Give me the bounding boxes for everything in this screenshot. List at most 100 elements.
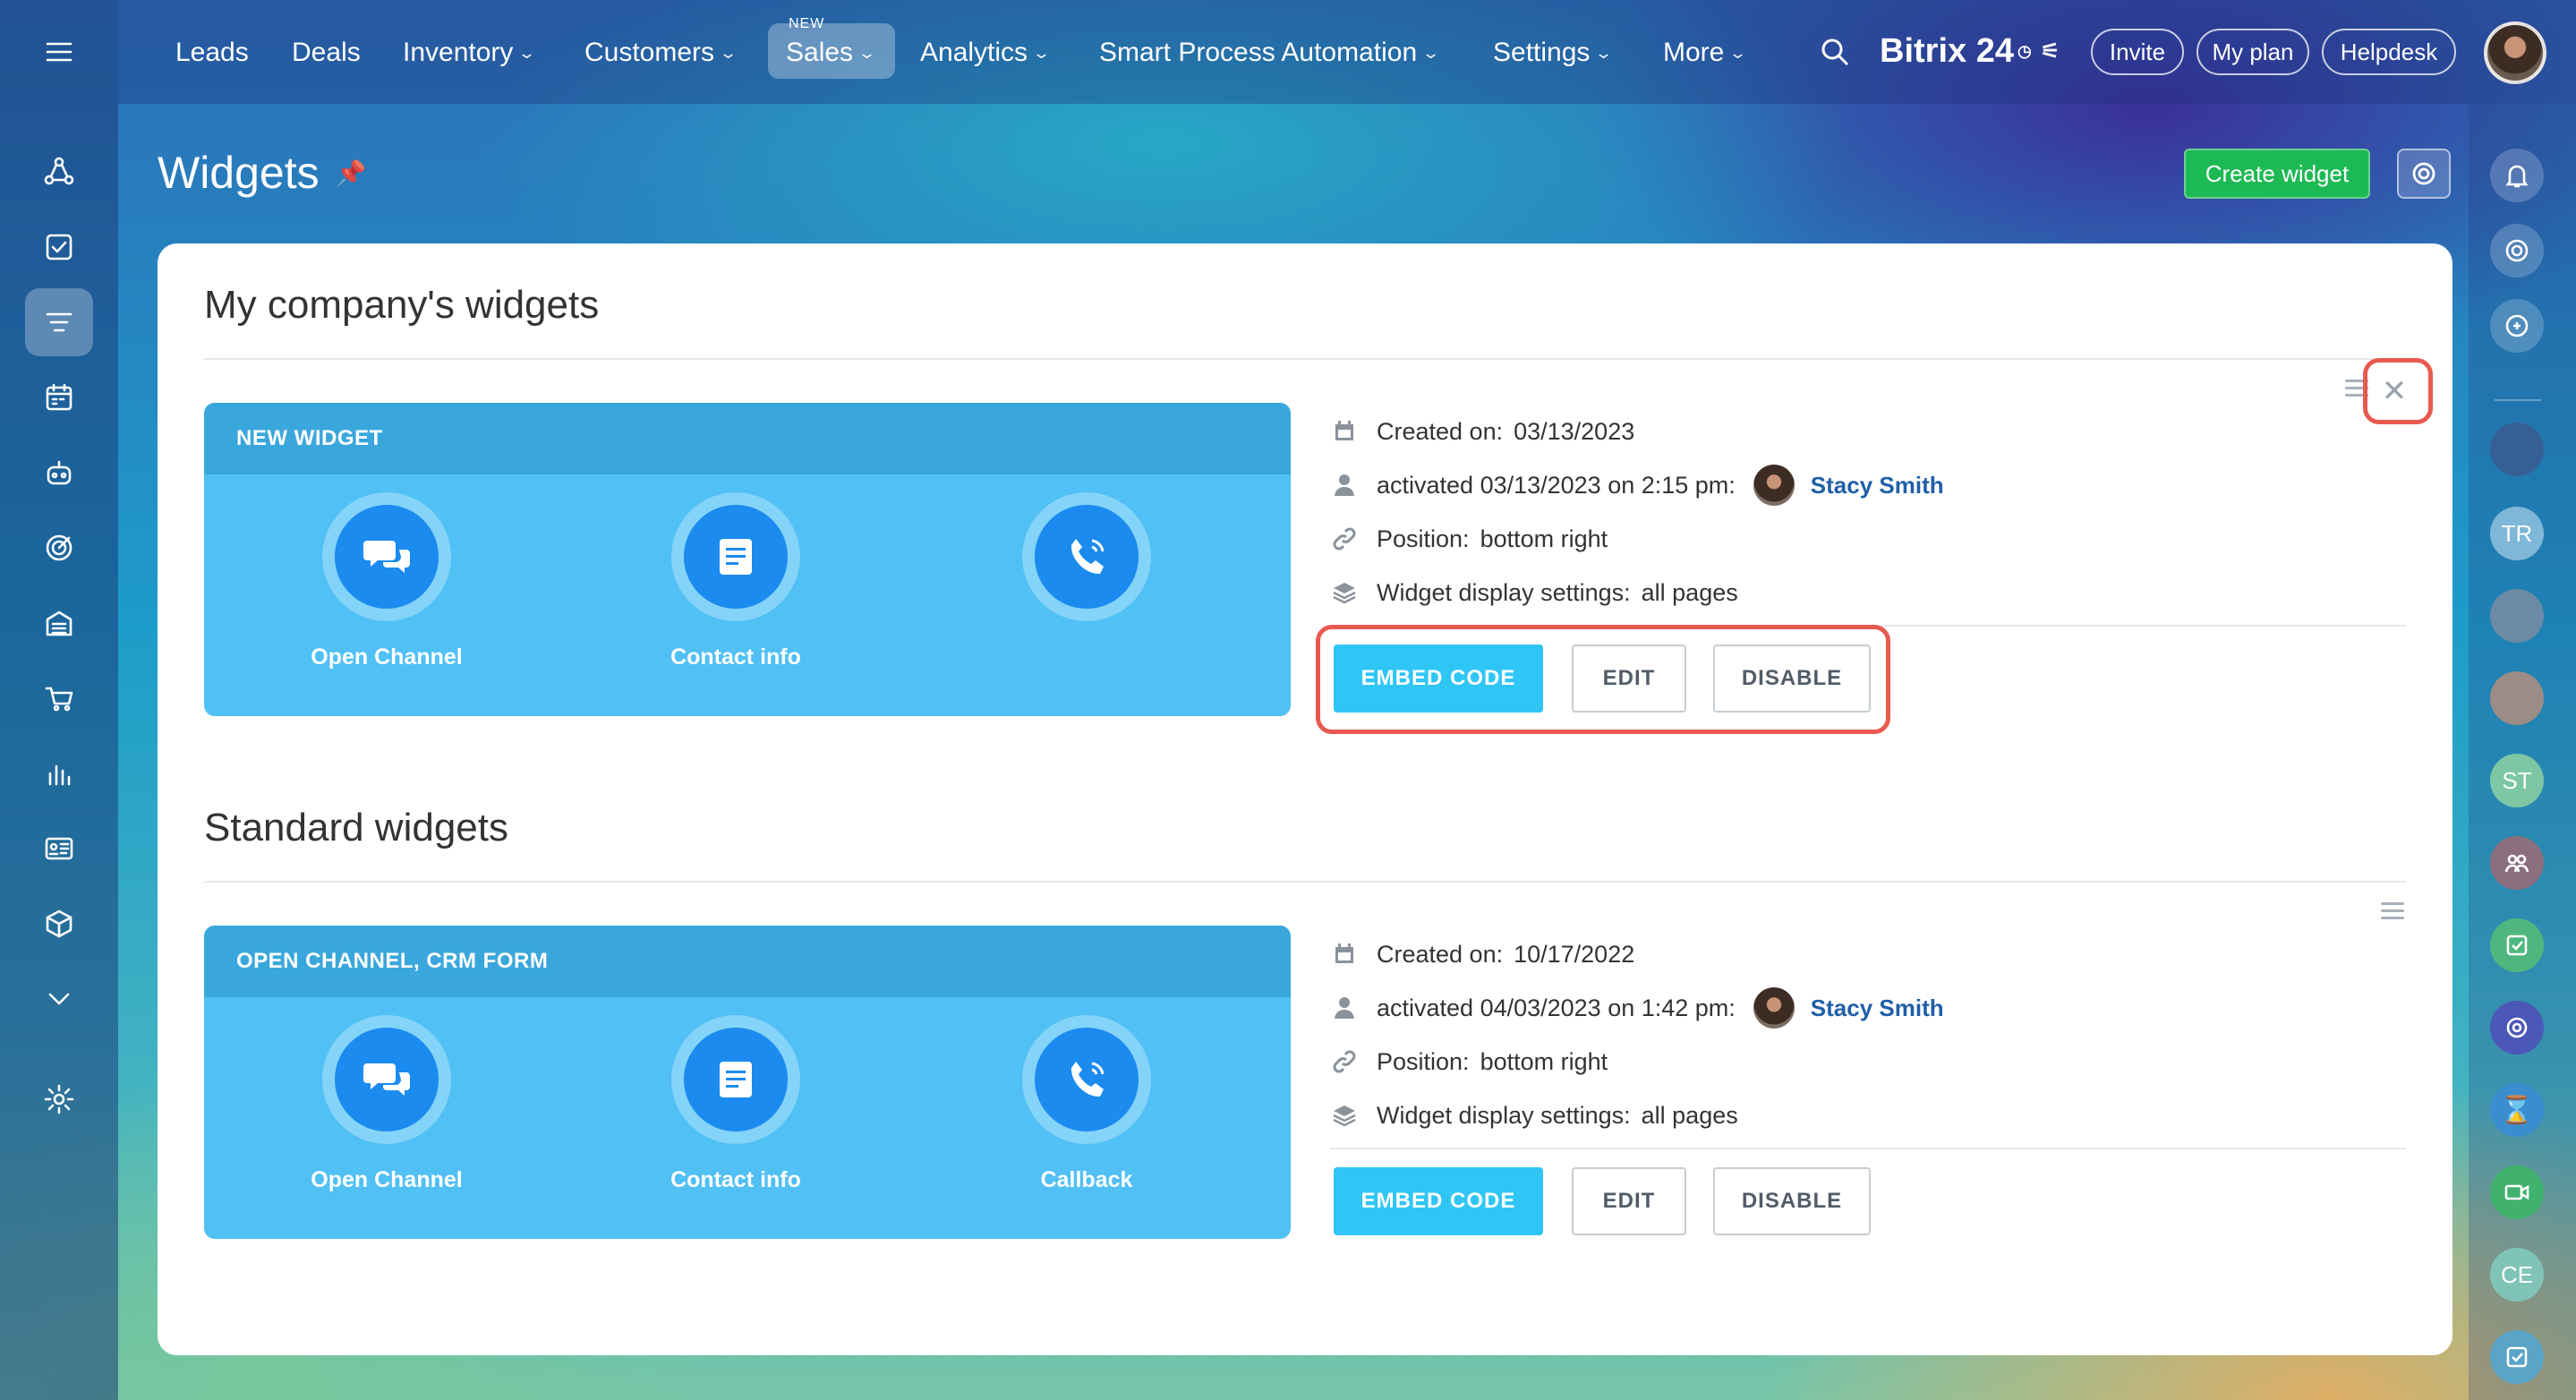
user-avatar[interactable]	[2484, 21, 2546, 84]
channel-open-channel[interactable]: Open Channel	[288, 492, 485, 671]
hourglass-icon[interactable]: ⌛	[2490, 1083, 2544, 1137]
create-widget-button[interactable]: Create widget	[2184, 149, 2370, 199]
nav-smart-process-automation[interactable]: Smart Process Automation ⌄	[1099, 32, 1441, 73]
drag-handle-icon[interactable]	[2381, 902, 2404, 920]
nav-label: Analytics	[920, 38, 1028, 67]
task-icon[interactable]	[2490, 1330, 2544, 1384]
analytics-icon[interactable]	[25, 739, 93, 807]
display-settings-row: Widget display settings: all pages	[1330, 575, 1738, 610]
contact-avatar-tr[interactable]: TR	[2490, 507, 2544, 560]
chevron-down-icon[interactable]	[25, 965, 93, 1033]
helpdesk-button[interactable]: Helpdesk	[2322, 29, 2456, 75]
task-chat-icon[interactable]	[2490, 918, 2544, 972]
search-icon[interactable]	[1817, 34, 1853, 70]
display-settings-row: Widget display settings: all pages	[1330, 1097, 1738, 1133]
edit-button[interactable]: EDIT	[1572, 1167, 1686, 1235]
user-avatar	[1753, 987, 1795, 1029]
widget-preview-card[interactable]: OPEN CHANNEL, CRM FORM Open Channel Cont…	[204, 926, 1291, 1239]
section-divider	[204, 358, 2406, 360]
channel-label: Open Channel	[311, 645, 463, 670]
calendar-icon[interactable]	[25, 363, 93, 431]
pin-icon[interactable]: 📌	[336, 158, 367, 188]
link-icon	[1330, 1047, 1359, 1076]
position-row: Position: bottom right	[1330, 1044, 1608, 1080]
phone-icon	[1035, 505, 1139, 609]
contact-avatar[interactable]	[2490, 671, 2544, 725]
tasks-icon[interactable]	[25, 213, 93, 281]
embed-code-button[interactable]: EMBED CODE	[1334, 1167, 1543, 1235]
channel-contact-info[interactable]: Contact info	[637, 492, 834, 671]
page-settings-button[interactable]	[2397, 149, 2451, 199]
widget-preview-card[interactable]: NEW WIDGET Open Channel Contact info	[204, 403, 1291, 716]
channel-callback[interactable]: Callback	[988, 1015, 1185, 1194]
activated-text: activated 03/13/2023 on 2:15 pm:	[1377, 471, 1736, 499]
chevron-down-icon: ⌄	[857, 43, 877, 62]
target-icon[interactable]	[25, 514, 93, 582]
activated-text: activated 04/03/2023 on 1:42 pm:	[1377, 994, 1736, 1021]
channel-contact-info[interactable]: Contact info	[637, 1015, 834, 1194]
document-icon	[684, 505, 788, 609]
new-tag: NEW	[789, 16, 825, 31]
channel-label: Open Channel	[311, 1167, 463, 1192]
sales-funnel-icon[interactable]	[25, 288, 93, 356]
position-value: bottom right	[1480, 1047, 1608, 1075]
nav-deals[interactable]: Deals	[292, 32, 361, 73]
link-icon	[1330, 525, 1359, 553]
contact-avatar[interactable]	[2490, 423, 2544, 476]
video-call-icon[interactable]	[2490, 1165, 2544, 1219]
crm-flow-icon[interactable]	[25, 138, 93, 206]
brand-logo[interactable]: Bitrix 24 ◷ ⚟	[1880, 32, 2060, 71]
document-icon	[684, 1028, 788, 1131]
created-on-row: Created on: 10/17/2022	[1330, 936, 1634, 972]
notifications-bell-icon[interactable]	[2490, 149, 2544, 202]
nav-analytics[interactable]: Analytics ⌄	[920, 32, 1051, 73]
channel-label: Contact info	[670, 645, 801, 670]
user-link[interactable]: Stacy Smith	[1811, 472, 1944, 499]
nav-leads[interactable]: Leads	[175, 32, 249, 73]
contact-avatar-st[interactable]: ST	[2490, 754, 2544, 807]
display-value: all pages	[1641, 1101, 1738, 1129]
openlines-chat-icon[interactable]	[2490, 1001, 2544, 1054]
nav-label: Settings	[1493, 38, 1591, 67]
left-sidebar	[0, 0, 118, 1400]
hamburger-menu-icon[interactable]	[25, 18, 93, 86]
gear-icon	[2412, 162, 2435, 185]
position-label: Position:	[1377, 525, 1470, 552]
nav-settings[interactable]: Settings ⌄	[1493, 32, 1614, 73]
chat-bubbles-icon	[335, 1028, 439, 1131]
search-chat-icon[interactable]	[2490, 299, 2544, 353]
disable-button[interactable]: DISABLE	[1713, 1167, 1871, 1235]
contact-avatar-ce[interactable]: CE	[2490, 1248, 2544, 1302]
channel-callback[interactable]	[988, 492, 1185, 671]
nav-sales[interactable]: Sales ⌄	[786, 32, 877, 73]
created-label: Created on:	[1377, 417, 1504, 445]
user-link[interactable]: Stacy Smith	[1811, 995, 1944, 1022]
cart-icon[interactable]	[25, 664, 93, 732]
invite-button[interactable]: Invite	[2091, 29, 2184, 75]
box-icon[interactable]	[25, 890, 93, 958]
person-icon	[1330, 994, 1359, 1022]
my-plan-button[interactable]: My plan	[2196, 29, 2309, 75]
nav-inventory[interactable]: Inventory ⌄	[403, 32, 537, 73]
group-chat-icon[interactable]	[2490, 836, 2544, 890]
clock-icon: ◷	[2017, 42, 2032, 60]
settings-gear-icon[interactable]	[25, 1065, 93, 1133]
sliders-icon[interactable]: ⚟	[2041, 38, 2060, 64]
layers-icon	[1330, 1101, 1359, 1130]
chevron-down-icon: ⌄	[1421, 43, 1441, 62]
nav-more[interactable]: More ⌄	[1663, 32, 1747, 73]
nav-customers[interactable]: Customers ⌄	[584, 32, 738, 73]
openlines-icon[interactable]	[2490, 224, 2544, 277]
nav-label: Leads	[175, 38, 249, 67]
warehouse-icon[interactable]	[25, 589, 93, 657]
widgets-panel: My company's widgets NEW WIDGET Open Cha…	[158, 243, 2452, 1355]
activated-row: activated 04/03/2023 on 1:42 pm: Stacy S…	[1330, 987, 1944, 1029]
contact-avatar[interactable]	[2490, 589, 2544, 643]
position-value: bottom right	[1480, 525, 1608, 552]
chevron-down-icon: ⌄	[719, 43, 738, 62]
robot-icon[interactable]	[25, 439, 93, 507]
chevron-down-icon: ⌄	[1594, 43, 1614, 62]
channel-open-channel[interactable]: Open Channel	[288, 1015, 485, 1194]
contacts-card-icon[interactable]	[25, 815, 93, 883]
highlight-buttons-box	[1316, 625, 1890, 734]
